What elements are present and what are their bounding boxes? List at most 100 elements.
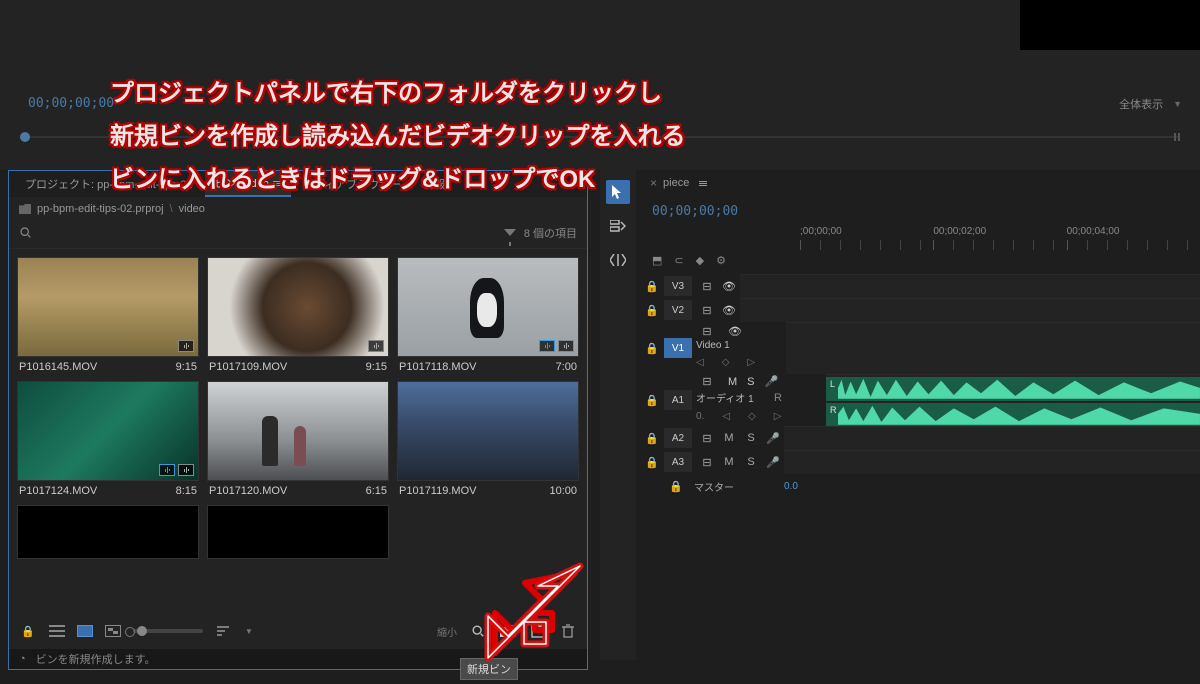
lock-toggle[interactable]: 🔒 [664,480,688,493]
clip-item[interactable]: P1017109.MOV9:15 [207,257,389,373]
voice-over-icon[interactable]: 🎤 [765,375,779,388]
mute-toggle[interactable]: M [728,376,737,388]
tab-info[interactable]: 情報 [413,172,455,196]
audio-clip[interactable]: L [826,377,1200,401]
settings-icon[interactable]: ⚙ [716,254,726,267]
freeform-view-icon[interactable] [105,625,121,637]
track-select-tool[interactable] [606,214,630,238]
marker-icon[interactable]: ◆ [696,254,704,267]
mute-toggle[interactable]: M [718,456,740,468]
tab-bin-label: ビン: video [215,175,269,191]
find-icon[interactable] [469,622,487,640]
master-value[interactable]: 0.0 [784,481,798,492]
clip-item[interactable]: P1017118.MOV7:00 [397,257,579,373]
track-target[interactable]: V3 [664,276,692,296]
thumbnail-view-icon[interactable] [77,625,93,637]
item-count: 8 個の項目 [524,225,577,241]
audio-clip[interactable]: R [826,403,1200,427]
clip-item[interactable]: P1017119.MOV10:00 [397,381,579,497]
sync-lock-icon[interactable]: ⊟ [696,432,718,445]
lock-toggle[interactable]: 🔒 [640,394,664,407]
lock-icon[interactable]: 🔒 [19,622,37,640]
lock-toggle[interactable]: 🔒 [640,304,664,317]
tool-strip [600,170,636,660]
lock-toggle[interactable]: 🔒 [640,280,664,293]
timeline-panel: × piece 00;00;00;00 ;00;00;00 00;00;02;0… [640,170,1200,660]
panel-menu-icon[interactable] [699,181,707,186]
track-content[interactable] [784,426,1200,450]
ruler-tick: 00;00;04;00 [1067,226,1120,237]
sort-icon[interactable] [215,622,233,640]
clip-item[interactable]: P1016145.MOV9:15 [17,257,199,373]
sync-lock-icon[interactable]: ⊟ [696,304,718,317]
mute-toggle[interactable]: M [718,432,740,444]
lock-toggle[interactable]: 🔒 [640,342,664,355]
track-name: オーディオ 1 [696,390,766,405]
sync-lock-icon[interactable]: ⊟ [696,280,718,293]
track-content[interactable] [740,274,1200,298]
solo-toggle[interactable]: S [747,376,754,388]
project-bottom-bar: 🔒 ▼ 縮小 [9,615,587,647]
track-target[interactable]: V2 [664,300,692,320]
clip-duration: 7:00 [556,361,577,373]
program-scrubber[interactable] [20,130,1180,144]
sequence-tab[interactable]: piece [663,177,689,189]
fit-dropdown[interactable]: 全体表示 [1119,96,1163,112]
timeline-ruler[interactable]: ;00;00;00 00;00;02;00 00;00;04;00 [800,226,1200,250]
sync-lock-icon[interactable]: ⊟ [696,375,718,388]
linked-selection-icon[interactable]: ⊂ [674,254,683,267]
tab-project[interactable]: プロジェクト: pp-bpm-edit-tips-02 [15,172,203,196]
clip-item[interactable] [17,505,199,559]
clip-item[interactable]: P1017120.MOV6:15 [207,381,389,497]
list-view-icon[interactable] [49,625,65,637]
track-target[interactable]: V1 [664,338,692,358]
track-a1: 🔒 A1 ⊟ M S 🎤 オーディオ 1 R 0.◁◇▷ L [640,374,1200,426]
sync-lock-icon[interactable]: ⊟ [696,456,718,469]
timeline-timecode[interactable]: 00;00;00;00 [652,204,738,219]
track-content[interactable] [740,298,1200,322]
track-target[interactable]: A3 [664,452,692,472]
solo-toggle[interactable]: S [740,456,762,468]
lock-toggle[interactable]: 🔒 [640,432,664,445]
new-item-icon[interactable] [529,622,547,640]
audio-badge-icon [539,340,555,352]
sync-lock-icon[interactable]: ⊟ [696,325,718,338]
track-target[interactable]: A1 [664,390,692,410]
track-content[interactable] [786,322,1200,374]
voice-over-icon[interactable]: 🎤 [762,456,784,469]
video-badge-icon [178,464,194,476]
new-bin-button[interactable] [499,622,517,640]
track-content[interactable] [784,450,1200,474]
snap-icon[interactable]: ⬒ [652,254,662,267]
tab-media-browser[interactable]: メディアブラウザー [293,172,411,196]
track-content[interactable]: L R [826,374,1200,426]
breadcrumb-bin[interactable]: video [179,203,205,215]
voice-over-icon[interactable]: 🎤 [762,432,784,445]
lock-toggle[interactable]: 🔒 [640,456,664,469]
tab-bin[interactable]: ビン: video [205,171,291,197]
program-timecode[interactable]: 00;00;00;00 [28,96,114,111]
eye-icon[interactable]: 👁 [724,325,746,338]
ripple-edit-tool[interactable] [606,248,630,272]
track-target[interactable]: A2 [664,428,692,448]
filter-icon[interactable] [504,229,516,236]
solo-toggle[interactable]: S [740,432,762,444]
eye-icon[interactable]: 👁 [718,304,740,317]
master-label: マスター [694,479,734,494]
eye-icon[interactable]: 👁 [718,280,740,293]
selection-tool[interactable] [606,180,630,204]
clip-item[interactable]: P1017124.MOV8:15 [17,381,199,497]
search-icon [19,226,32,239]
breadcrumb-project[interactable]: pp-bpm-edit-tips-02.prproj [37,203,164,215]
close-sequence-icon[interactable]: × [650,176,657,190]
zoom-slider[interactable] [133,629,203,633]
audio-badge-icon [159,464,175,476]
trash-icon[interactable] [559,622,577,640]
ruler-tick: ;00;00;00 [800,226,842,237]
search-input[interactable] [40,224,496,242]
track-v1: 🔒 V1 ⊟ 👁 Video 1 ◁◇▷ [640,322,1200,374]
rec-toggle[interactable]: R [774,392,782,404]
clip-item[interactable] [207,505,389,559]
panel-menu-icon[interactable] [273,181,281,186]
track-a3: 🔒 A3 ⊟ M S 🎤 [640,450,1200,474]
